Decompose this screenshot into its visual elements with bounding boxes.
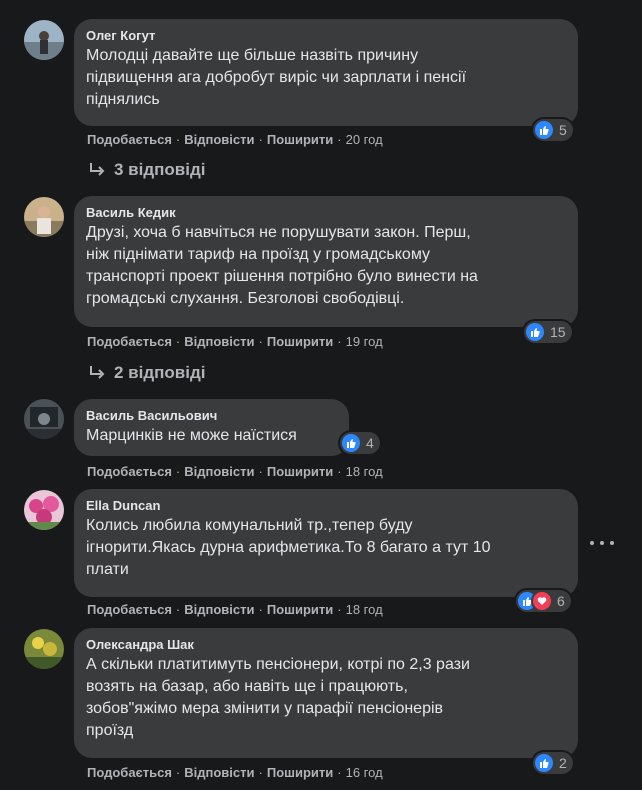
comment-author[interactable]: Василь Васильович — [86, 407, 337, 424]
reply-arrow-icon — [90, 163, 105, 176]
reaction-count: 2 — [559, 755, 567, 771]
comment-actions: Подобається · Відповісти · Поширити · 19 го… — [87, 334, 383, 350]
like-button[interactable]: Подобається — [87, 765, 172, 781]
comment-author[interactable]: Олег Когут — [86, 27, 566, 44]
like-icon — [526, 323, 544, 341]
avatar[interactable] — [24, 197, 64, 237]
like-button[interactable]: Подобається — [87, 334, 172, 350]
comment-author[interactable]: Ella Duncan — [86, 497, 566, 514]
share-button[interactable]: Поширити — [267, 464, 333, 480]
timestamp[interactable]: 16 год — [346, 765, 383, 781]
timestamp[interactable]: 20 год — [346, 132, 383, 148]
comment-text: Марцинків не може наїстися — [86, 427, 297, 444]
reaction-count: 6 — [557, 593, 565, 609]
comment-author[interactable]: Олександра Шак — [86, 636, 566, 653]
avatar[interactable] — [24, 490, 64, 530]
reply-button[interactable]: Відповісти — [184, 334, 254, 350]
comment-text: Друзі, хоча б навчіться не порушувати за… — [86, 224, 478, 307]
comment-bubble: Олександра Шак А скільки платитимуть пен… — [74, 628, 578, 758]
avatar[interactable] — [24, 20, 64, 60]
replies-label: 3 відповіді — [114, 160, 206, 179]
comment-bubble: Василь Кедик Друзі, хоча б навчіться не … — [74, 196, 578, 327]
reaction-summary[interactable]: 2 — [533, 752, 573, 774]
love-icon — [533, 592, 551, 610]
like-button[interactable]: Подобається — [87, 464, 172, 480]
reaction-summary[interactable]: 4 — [340, 432, 380, 454]
reaction-summary[interactable]: 15 — [524, 321, 572, 343]
reply-arrow-icon — [90, 366, 105, 379]
reaction-count: 4 — [366, 435, 374, 451]
avatar[interactable] — [24, 399, 64, 439]
comment-actions: Подобається · Відповісти · Поширити · 20 го… — [87, 132, 383, 148]
comment-text: Молодці давайте ще більше назвіть причин… — [86, 47, 467, 108]
replies-label: 2 відповіді — [114, 363, 206, 382]
reaction-count: 15 — [550, 324, 566, 340]
like-icon — [535, 754, 553, 772]
share-button[interactable]: Поширити — [267, 602, 333, 618]
timestamp[interactable]: 19 год — [346, 334, 383, 350]
reply-button[interactable]: Відповісти — [184, 464, 254, 480]
comment-bubble: Ella Duncan Колись любила комунальний тр… — [74, 489, 578, 597]
comment-text: Колись любила комунальний тр.,тепер буду… — [86, 517, 491, 578]
share-button[interactable]: Поширити — [267, 765, 333, 781]
comment-author[interactable]: Василь Кедик — [86, 204, 566, 221]
like-button[interactable]: Подобається — [87, 132, 172, 148]
comment-actions: Подобається · Відповісти · Поширити · 16 го… — [87, 765, 383, 781]
like-icon — [535, 121, 553, 139]
timestamp[interactable]: 18 год — [346, 464, 383, 480]
view-replies-button[interactable]: 2 відповіді — [88, 363, 205, 383]
avatar[interactable] — [24, 629, 64, 669]
comment-actions: Подобається · Відповісти · Поширити · 18 го… — [87, 464, 383, 480]
comment-bubble: Василь Васильович Марцинків не може наїс… — [74, 399, 349, 456]
like-button[interactable]: Подобається — [87, 602, 172, 618]
comment-text: А скільки платитимуть пенсіонери, котрі … — [86, 656, 470, 739]
reply-button[interactable]: Відповісти — [184, 132, 254, 148]
reaction-count: 5 — [559, 122, 567, 138]
share-button[interactable]: Поширити — [267, 132, 333, 148]
reaction-summary[interactable]: 6 — [516, 590, 571, 612]
reply-button[interactable]: Відповісти — [184, 602, 254, 618]
like-icon — [342, 434, 360, 452]
view-replies-button[interactable]: 3 відповіді — [88, 160, 205, 180]
comment-actions: Подобається · Відповісти · Поширити · 18 го… — [87, 602, 383, 618]
comment-bubble: Олег Когут Молодці давайте ще більше наз… — [74, 19, 578, 126]
share-button[interactable]: Поширити — [267, 334, 333, 350]
more-options-icon[interactable] — [590, 535, 614, 551]
timestamp[interactable]: 18 год — [346, 602, 383, 618]
reply-button[interactable]: Відповісти — [184, 765, 254, 781]
reaction-summary[interactable]: 5 — [533, 119, 573, 141]
